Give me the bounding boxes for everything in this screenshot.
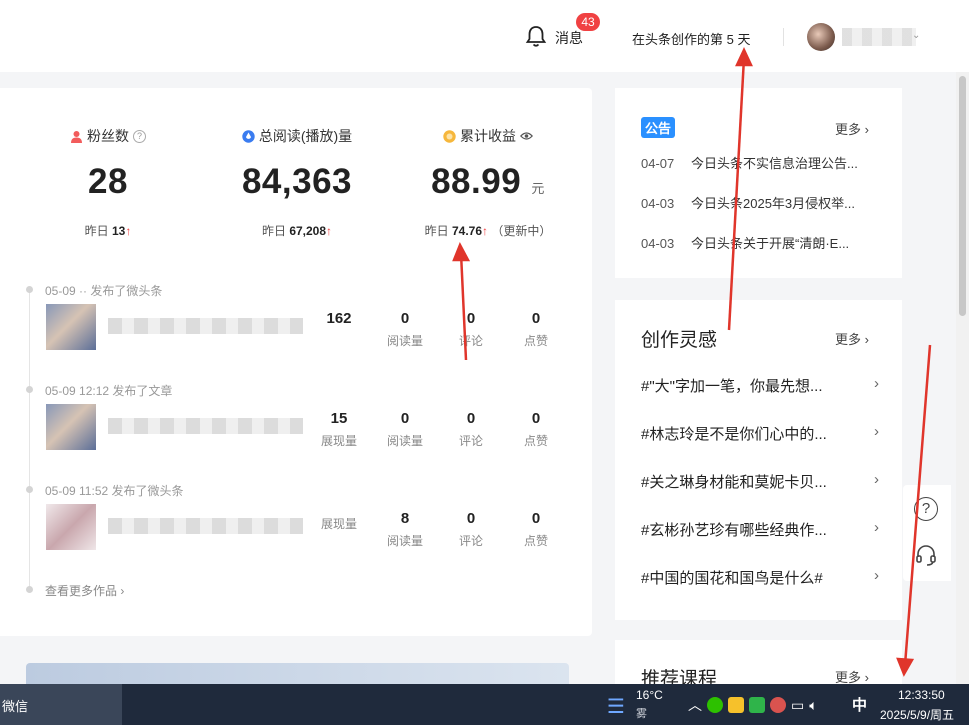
chevron-up-icon[interactable]: ︿ xyxy=(688,695,702,715)
metric: 0 评论 xyxy=(458,410,483,448)
work-thumbnail[interactable] xyxy=(46,304,96,350)
headset-icon[interactable] xyxy=(914,543,938,567)
wechat-icon[interactable] xyxy=(707,697,723,713)
inspiration-item[interactable]: #"大"字加一笔，你最先想... › xyxy=(641,375,879,396)
stat-label: 总阅读(播放)量 xyxy=(258,128,353,144)
weather-desc[interactable]: 雾 xyxy=(636,705,647,721)
promo-banner[interactable] xyxy=(26,663,569,685)
chevron-right-icon: › xyxy=(874,375,879,392)
metric: 8 阅读量 xyxy=(386,510,423,548)
stat-value: 84,363 xyxy=(241,162,353,201)
menu-icon[interactable]: ☰ xyxy=(607,694,625,719)
inspiration-item[interactable]: #关之琳身材能和莫妮卡贝... › xyxy=(641,471,879,492)
avatar[interactable] xyxy=(807,23,835,51)
header-divider xyxy=(783,28,784,46)
notice-item[interactable]: 04-03 今日头条关于开展“清朗·E... xyxy=(641,233,881,252)
ime-indicator[interactable]: 中 xyxy=(852,694,867,715)
metric: 展现量 xyxy=(320,517,357,531)
shield-icon[interactable] xyxy=(749,697,765,713)
eye-icon[interactable] xyxy=(520,131,533,141)
inspiration-item[interactable]: #林志玲是不是你们心中的... › xyxy=(641,423,879,444)
metric: 0 点赞 xyxy=(523,310,548,348)
top-header: 消息 43 在头条创作的第 5 天 ⌄ xyxy=(0,0,969,72)
arrow-up-icon: ↑ xyxy=(482,224,489,238)
stat-yesterday: 昨日 13↑ xyxy=(84,224,132,238)
messages-link[interactable]: 消息 xyxy=(555,28,583,48)
work-meta: 05-09 11:52 发布了微头条 xyxy=(45,484,184,498)
creation-days-text: 在头条创作的第 5 天 xyxy=(632,32,751,47)
timeline-dot xyxy=(26,586,33,593)
messages-badge: 43 xyxy=(576,13,600,31)
taskbar-app-wechat[interactable]: 微信 xyxy=(0,684,122,725)
notice-item[interactable]: 04-07 今日头条不实信息治理公告... xyxy=(641,153,881,172)
stat-yesterday: 昨日 67,208↑ xyxy=(261,224,333,238)
work-title-blurred[interactable] xyxy=(108,318,303,334)
notice-tag: 公告 xyxy=(641,117,676,138)
metric: 0 阅读量 xyxy=(386,310,423,348)
metric: 15 展现量 xyxy=(320,410,357,448)
list-item[interactable]: 05-09 12:12 发布了文章 15 展现量 0 阅读量 0 评论 0 点赞 xyxy=(0,382,592,472)
stat-followers[interactable]: 粉丝数 ? 28 昨日 13↑ xyxy=(18,126,198,239)
work-meta: 05-09 ·· 发布了微头条 xyxy=(45,284,163,298)
stat-label: 粉丝数 xyxy=(87,128,129,144)
work-title-blurred[interactable] xyxy=(108,418,303,434)
speaker-icon[interactable]: 🔈︎ xyxy=(809,697,817,714)
work-thumbnail[interactable] xyxy=(46,404,96,450)
scrollbar-thumb[interactable] xyxy=(959,76,966,316)
stat-yesterday: 昨日 74.76↑ （更新中） xyxy=(424,224,552,238)
person-icon xyxy=(71,130,82,143)
inspiration-more-link[interactable]: 更多 › xyxy=(835,329,869,348)
system-tray: ︿ ▭ 🔈︎ xyxy=(688,695,818,715)
inspiration-item[interactable]: #玄彬孙艺珍有哪些经典作... › xyxy=(641,519,879,540)
notice-item[interactable]: 04-03 今日头条2025年3月侵权举... xyxy=(641,193,881,212)
stat-label: 累计收益 xyxy=(460,128,516,144)
metric: 162 xyxy=(326,310,352,327)
clock-date[interactable]: 2025/5/9/周五 xyxy=(880,706,954,723)
help-icon[interactable]: ? xyxy=(133,129,146,143)
clock-time[interactable]: 12:33:50 xyxy=(898,688,945,702)
chevron-right-icon: › xyxy=(874,567,879,584)
metric: 0 点赞 xyxy=(523,410,548,448)
work-thumbnail[interactable] xyxy=(46,504,96,550)
weather-temp[interactable]: 16°C xyxy=(636,688,663,702)
list-item[interactable]: 05-09 ·· 发布了微头条 162 0 阅读量 0 评论 0 点赞 xyxy=(0,282,592,372)
metric: 0 评论 xyxy=(458,310,483,348)
stat-value: 88.99 元 xyxy=(431,162,545,201)
more-works-link[interactable]: 查看更多作品 › xyxy=(45,582,124,599)
metric: 0 评论 xyxy=(458,510,483,548)
help-icon[interactable]: ? xyxy=(914,497,938,521)
chevron-right-icon: › xyxy=(874,519,879,536)
inspiration-title: 创作灵感 xyxy=(641,330,718,351)
windows-taskbar: 微信 ☰ 16°C 雾 ︿ ▭ 🔈︎ 中 12:33:50 2025/5/9/周… xyxy=(0,684,969,725)
tray-app-icon[interactable] xyxy=(770,697,786,713)
tray-app-icon[interactable] xyxy=(728,697,744,713)
chevron-right-icon: › xyxy=(874,471,879,488)
user-caret-icon[interactable]: ⌄ xyxy=(912,30,920,41)
stat-unit: 元 xyxy=(531,181,545,196)
timeline-dot xyxy=(26,386,33,393)
username-blurred[interactable] xyxy=(842,28,916,46)
timeline-dot xyxy=(26,286,33,293)
metric: 0 点赞 xyxy=(523,510,548,548)
bell-icon[interactable] xyxy=(525,24,547,48)
list-item[interactable]: 05-09 11:52 发布了微头条 展现量 8 阅读量 0 评论 0 点赞 xyxy=(0,482,592,572)
arrow-up-icon: ↑ xyxy=(326,224,333,238)
stat-value: 28 xyxy=(88,162,128,201)
stat-earnings[interactable]: 累计收益 88.99 元 昨日 74.76↑ （更新中） xyxy=(398,126,578,239)
coin-icon xyxy=(443,129,456,143)
arrow-up-icon: ↑ xyxy=(125,224,132,238)
notice-more-link[interactable]: 更多 › xyxy=(835,119,869,138)
network-icon[interactable]: ▭ xyxy=(791,697,804,714)
chevron-right-icon: › xyxy=(874,423,879,440)
work-meta: 05-09 12:12 发布了文章 xyxy=(45,384,173,398)
drop-icon xyxy=(242,129,255,143)
timeline-dot xyxy=(26,486,33,493)
metric: 0 阅读量 xyxy=(386,410,423,448)
stat-total-reads[interactable]: 总阅读(播放)量 84,363 昨日 67,208↑ xyxy=(207,126,387,239)
inspiration-item[interactable]: #中国的国花和国鸟是什么# › xyxy=(641,567,879,588)
work-title-blurred[interactable] xyxy=(108,518,303,534)
